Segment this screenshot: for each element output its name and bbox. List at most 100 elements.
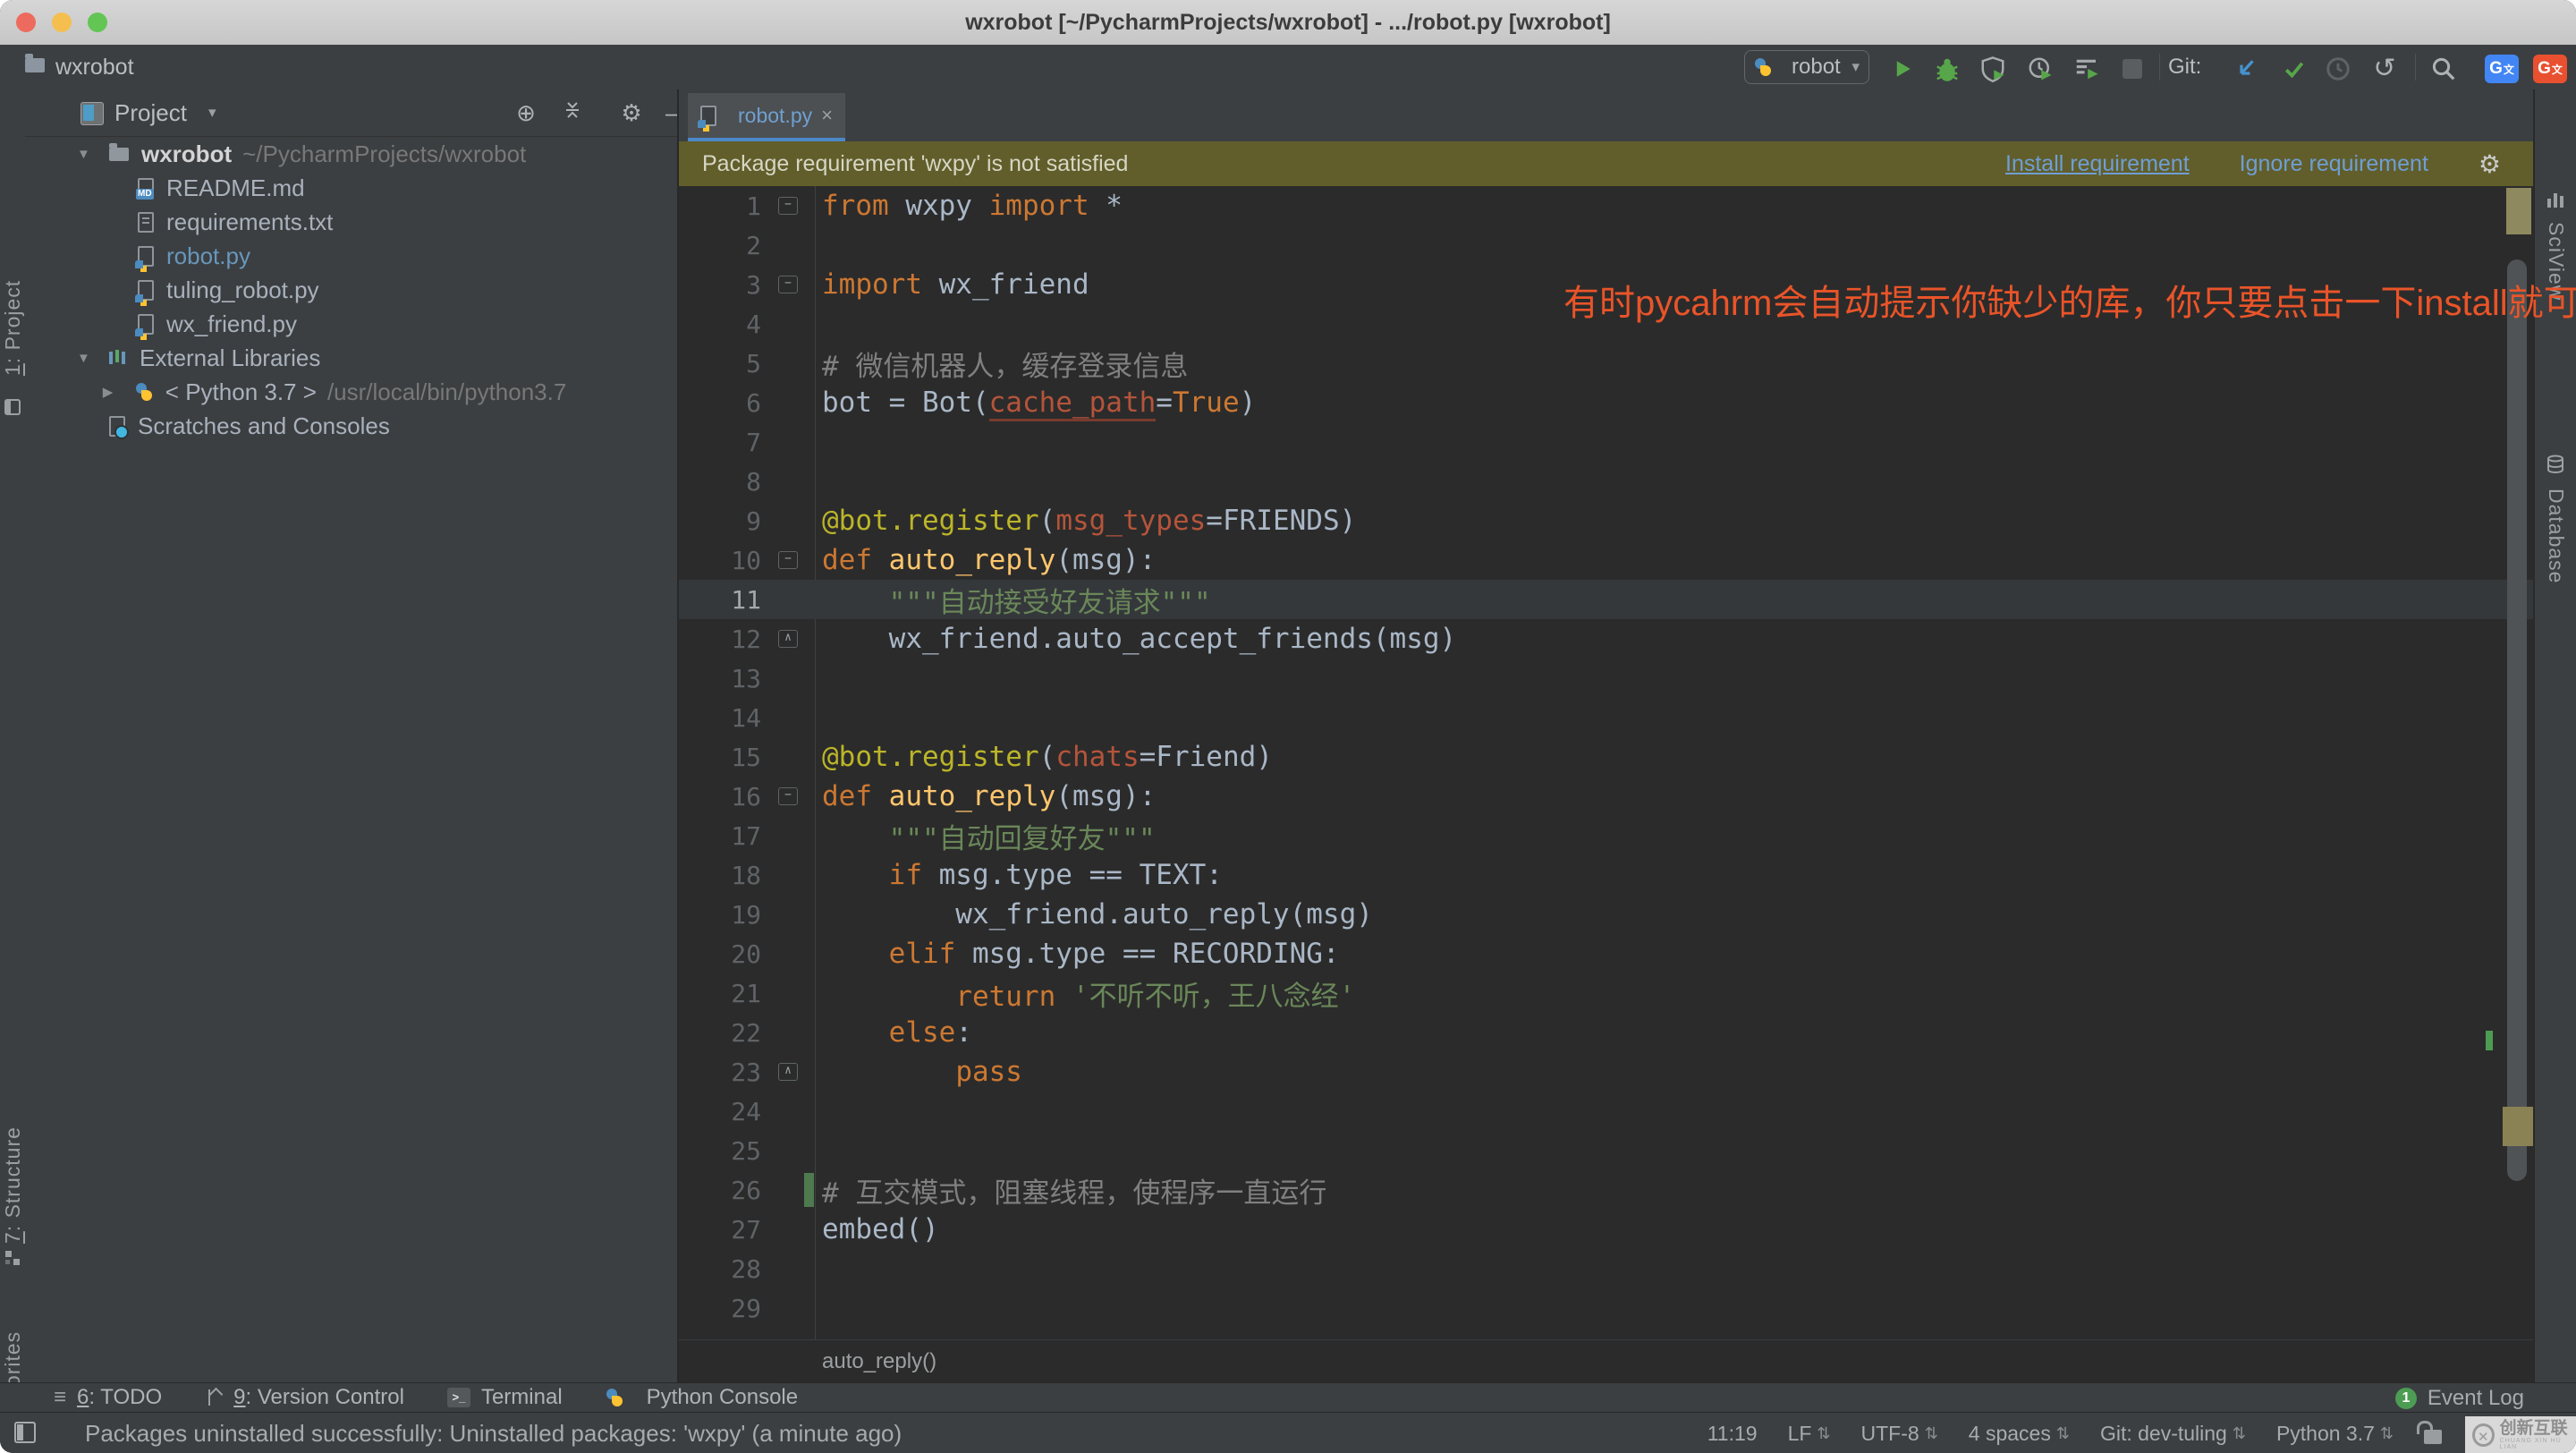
line-number[interactable]: 7 xyxy=(679,428,761,457)
code-line[interactable]: 27 embed() xyxy=(679,1210,2533,1249)
code-line[interactable]: 17 """自动回复好友""" xyxy=(679,816,2533,855)
code-line[interactable]: 19 wx_friend.auto_reply(msg) xyxy=(679,895,2533,934)
code-line[interactable]: 7 xyxy=(679,422,2533,462)
translate-plugin-button[interactable]: G文 xyxy=(2483,54,2521,84)
line-number[interactable]: 11 xyxy=(679,585,761,615)
run-concurrency-button[interactable] xyxy=(2072,54,2102,84)
settings-button[interactable]: ⚙ xyxy=(615,89,648,136)
code-line[interactable]: 1− from wxpy import * xyxy=(679,186,2533,225)
code-line[interactable]: 24 xyxy=(679,1092,2533,1131)
gear-icon[interactable]: ⚙ xyxy=(2479,149,2501,179)
debug-button[interactable] xyxy=(1932,54,1962,84)
code-line[interactable]: 26 # 互交模式，阻塞线程，使程序一直运行 xyxy=(679,1170,2533,1210)
fold-marker-icon[interactable]: − xyxy=(778,197,798,215)
line-number[interactable]: 26 xyxy=(679,1176,761,1205)
code-line[interactable]: 11 """自动接受好友请求""" xyxy=(679,580,2533,619)
tree-item[interactable]: ▼ wxrobot ~/PycharmProjects/wxrobot xyxy=(25,137,677,171)
tree-expand-icon[interactable]: ▼ xyxy=(77,147,109,162)
line-number[interactable]: 17 xyxy=(679,821,761,851)
tree-expand-icon[interactable]: ▶ xyxy=(103,384,135,400)
line-number[interactable]: 8 xyxy=(679,467,761,497)
code-line[interactable]: 6 bot = Bot(cache_path=True) xyxy=(679,383,2533,422)
line-number[interactable]: 18 xyxy=(679,861,761,890)
tool-window-toggle-icon[interactable] xyxy=(14,1422,36,1443)
editor-scrollbar[interactable] xyxy=(2507,259,2527,1181)
code-line[interactable]: 29 xyxy=(679,1288,2533,1328)
run-with-coverage-button[interactable] xyxy=(1978,54,2008,84)
tool-button-structure[interactable]: 7: Structure xyxy=(1,1105,25,1244)
error-stripe-mark[interactable] xyxy=(2503,1107,2533,1146)
status-message[interactable]: Packages uninstalled successfully: Unins… xyxy=(85,1413,902,1453)
line-number[interactable]: 5 xyxy=(679,349,761,378)
event-log-button[interactable]: 1 Event Log xyxy=(2394,1383,2524,1413)
line-number[interactable]: 12 xyxy=(679,625,761,654)
tab-robot-py[interactable]: robot.py × xyxy=(688,93,845,141)
status-widget-python-3-7[interactable]: Python 3.7 ⇅ xyxy=(2276,1422,2394,1446)
line-number[interactable]: 1 xyxy=(679,191,761,221)
fold-marker-icon[interactable]: ∧ xyxy=(778,1063,798,1081)
project-panel-title[interactable]: Project xyxy=(114,89,187,136)
fold-marker-icon[interactable]: ∧ xyxy=(778,630,798,648)
code-line[interactable]: 28 xyxy=(679,1249,2533,1288)
breadcrumb[interactable]: wxrobot xyxy=(55,45,134,89)
code-line[interactable]: 13 xyxy=(679,659,2533,698)
code-line[interactable]: 20 elif msg.type == RECORDING: xyxy=(679,934,2533,973)
tree-item[interactable]: robot.py xyxy=(25,239,677,273)
tree-item[interactable]: README.md xyxy=(25,171,677,205)
line-number[interactable]: 19 xyxy=(679,900,761,930)
git-update-button[interactable] xyxy=(2231,54,2261,84)
tool-window-button-python-console[interactable]: Python Console xyxy=(606,1385,798,1410)
tool-window-button---todo[interactable]: ≡ 6: TODO xyxy=(54,1385,162,1410)
line-number[interactable]: 16 xyxy=(679,782,761,811)
stop-button[interactable] xyxy=(2117,54,2148,84)
fold-marker-icon[interactable]: − xyxy=(778,787,798,805)
status-widget-4-spaces[interactable]: 4 spaces ⇅ xyxy=(1969,1422,2070,1446)
line-number[interactable]: 15 xyxy=(679,743,761,772)
profile-button[interactable] xyxy=(2025,54,2055,84)
tool-window-button-terminal[interactable]: >_ Terminal xyxy=(446,1385,563,1410)
tree-item[interactable]: ▼ External Libraries xyxy=(25,341,677,375)
line-number[interactable]: 3 xyxy=(679,270,761,300)
change-stripe-mark[interactable] xyxy=(2486,1031,2493,1050)
code-editor[interactable]: 1− from wxpy import * 2 3− import wx_friend 4… xyxy=(679,186,2533,1339)
tree-item[interactable]: Scratches and Consoles xyxy=(25,409,677,443)
status-widget-git--dev-tuling[interactable]: Git: dev-tuling ⇅ xyxy=(2100,1422,2246,1446)
tree-item[interactable]: ▶ < Python 3.7 > /usr/local/bin/python3.7 xyxy=(25,375,677,409)
search-everywhere-button[interactable] xyxy=(2428,54,2459,84)
run-button[interactable] xyxy=(1887,54,1918,84)
code-line[interactable]: 22 else: xyxy=(679,1013,2533,1052)
locate-file-button[interactable]: ⊕ xyxy=(510,89,542,136)
tool-button-database[interactable]: Database xyxy=(2544,489,2568,681)
git-commit-button[interactable] xyxy=(2279,54,2309,84)
close-icon[interactable]: × xyxy=(821,104,833,127)
tree-expand-icon[interactable]: ▼ xyxy=(77,351,109,366)
code-line[interactable]: 25 xyxy=(679,1131,2533,1170)
status-widget-utf-8[interactable]: UTF-8 ⇅ xyxy=(1861,1422,1938,1446)
line-number[interactable]: 24 xyxy=(679,1097,761,1126)
git-history-button[interactable] xyxy=(2323,54,2353,84)
line-number[interactable]: 22 xyxy=(679,1018,761,1048)
line-number[interactable]: 25 xyxy=(679,1136,761,1166)
tool-window-button---version-control[interactable]: 9: Version Control xyxy=(205,1385,404,1410)
code-line[interactable]: 8 xyxy=(679,462,2533,501)
code-line[interactable]: 10− def auto_reply(msg): xyxy=(679,540,2533,580)
code-line[interactable]: 16− def auto_reply(msg): xyxy=(679,777,2533,816)
status-widget-lf[interactable]: LF ⇅ xyxy=(1788,1422,1831,1446)
line-number[interactable]: 6 xyxy=(679,388,761,418)
collapse-all-button[interactable] xyxy=(556,89,589,136)
line-number[interactable]: 28 xyxy=(679,1254,761,1284)
line-number[interactable]: 29 xyxy=(679,1294,761,1323)
tree-item[interactable]: requirements.txt xyxy=(25,205,677,239)
line-number[interactable]: 10 xyxy=(679,546,761,575)
line-number[interactable]: 9 xyxy=(679,506,761,536)
translate-plugin-button-2[interactable]: G文 xyxy=(2531,54,2569,84)
line-number[interactable]: 4 xyxy=(679,310,761,339)
unlock-icon[interactable] xyxy=(2417,1421,2442,1444)
line-number[interactable]: 21 xyxy=(679,979,761,1008)
code-line[interactable]: 9 @bot.register(msg_types=FRIENDS) xyxy=(679,501,2533,540)
fold-marker-icon[interactable]: − xyxy=(778,276,798,293)
code-line[interactable]: 2 xyxy=(679,225,2533,265)
ignore-requirement-link[interactable]: Ignore requirement xyxy=(2240,151,2428,177)
code-line[interactable]: 12 ∧ wx_friend.auto_accept_friends(msg) xyxy=(679,619,2533,659)
line-number[interactable]: 14 xyxy=(679,703,761,733)
